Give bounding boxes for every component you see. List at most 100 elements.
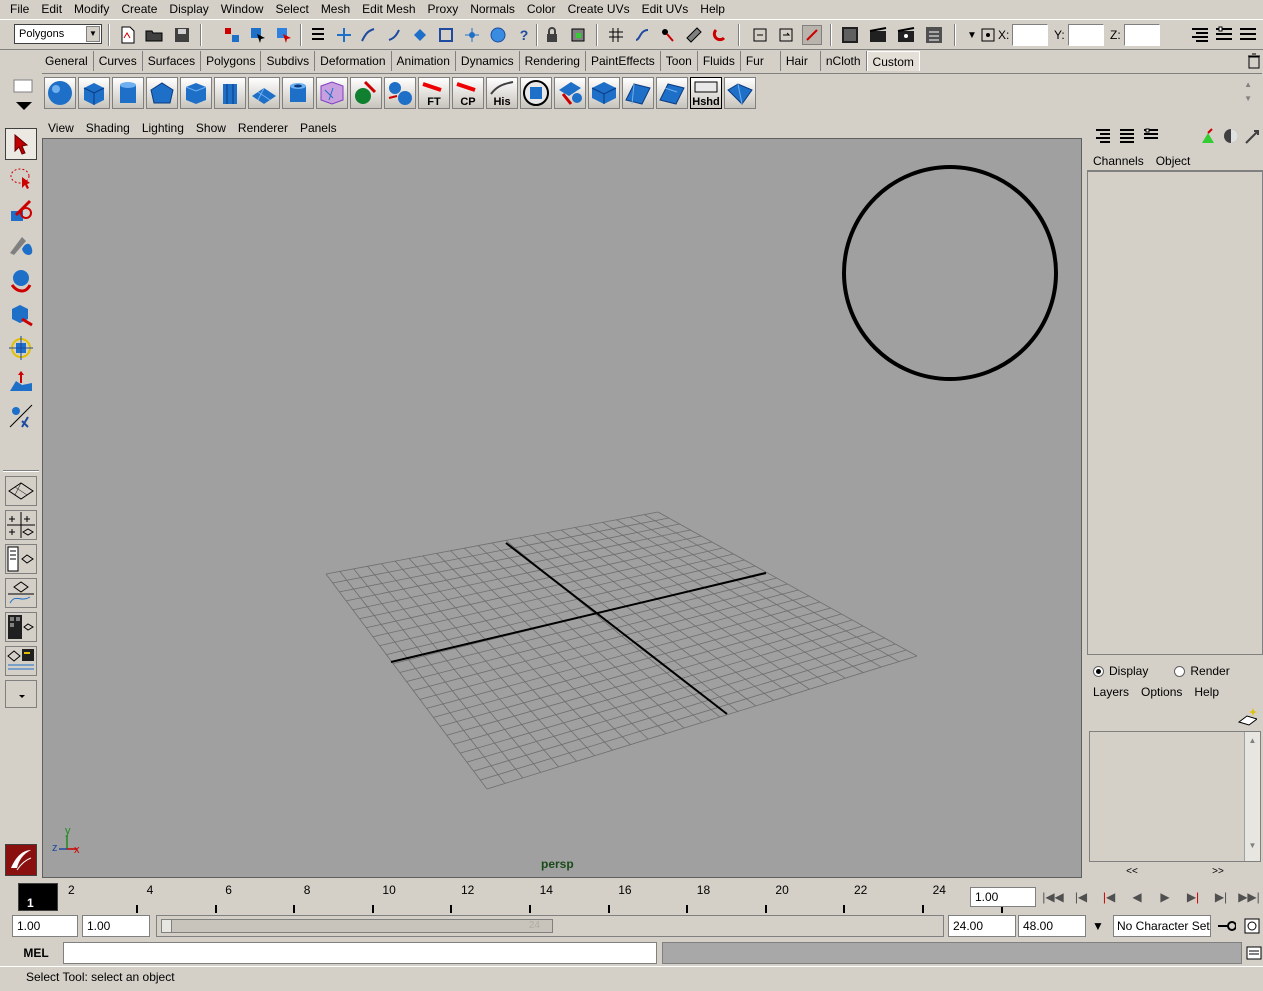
shelf-tab-ncloth[interactable]: nCloth <box>821 51 867 71</box>
menu-select[interactable]: Select <box>269 0 314 19</box>
poly-cylinder-shelf-button[interactable] <box>112 77 144 109</box>
help-question-icon[interactable]: ? <box>514 25 534 45</box>
panel-menu-shading[interactable]: Shading <box>80 118 136 138</box>
nurbs-circle-object[interactable] <box>842 165 1058 381</box>
extrude-shelf-button[interactable] <box>656 77 688 109</box>
select-object-icon[interactable] <box>248 25 268 45</box>
menu-modify[interactable]: Modify <box>68 0 115 19</box>
step-forward-key-icon[interactable]: ▶ | <box>1181 886 1205 908</box>
uv-editor-shelf-button[interactable] <box>520 77 552 109</box>
select-hierarchy-icon[interactable] <box>222 25 242 45</box>
freeze-transforms-shelf-button[interactable]: FT <box>418 77 450 109</box>
auto-key-icon[interactable] <box>1216 916 1236 936</box>
menu-color[interactable]: Color <box>521 0 562 19</box>
range-slider[interactable]: 24 <box>156 915 944 937</box>
panel-menu-view[interactable]: View <box>42 118 80 138</box>
split-poly-shelf-button[interactable] <box>724 77 756 109</box>
animation-end-field[interactable]: 48.00 <box>1018 915 1086 937</box>
cylindrical-map-shelf-button[interactable] <box>588 77 620 109</box>
menu-file[interactable]: File <box>4 0 35 19</box>
panel-menu-lighting[interactable]: Lighting <box>136 118 190 138</box>
step-back-key-icon[interactable]: | ◀ <box>1097 886 1121 908</box>
animation-preferences-icon[interactable] <box>1242 916 1262 936</box>
display-layer-radio[interactable] <box>1093 665 1104 677</box>
character-set-dropdown-icon[interactable]: ▼ <box>1088 916 1108 936</box>
menu-window[interactable]: Window <box>215 0 270 19</box>
menu-create-uvs[interactable]: Create UVs <box>562 0 636 19</box>
perspective-viewport[interactable]: y x z persp <box>42 138 1082 878</box>
select-tool-icon[interactable] <box>5 128 37 160</box>
flat-shade-shelf-button[interactable]: Hshd <box>690 77 722 109</box>
ipr-clapboard-icon[interactable] <box>868 25 888 45</box>
batch-render-icon[interactable] <box>896 25 916 45</box>
menu-edit-uvs[interactable]: Edit UVs <box>636 0 695 19</box>
panel-menu-panels[interactable]: Panels <box>294 118 343 138</box>
render-settings-icon[interactable] <box>684 25 704 45</box>
lock-icon[interactable] <box>542 25 562 45</box>
menu-display[interactable]: Display <box>163 0 214 19</box>
current-time-field[interactable]: 1.00 <box>970 887 1036 907</box>
move-tool-icon[interactable] <box>5 230 37 262</box>
select-component-icon[interactable] <box>274 25 294 45</box>
step-forward-frame-icon[interactable]: ▶| <box>1209 886 1233 908</box>
shelf-tab-animation[interactable]: Animation <box>392 51 456 71</box>
channel-box-attribute-list[interactable] <box>1087 171 1263 655</box>
select-highlight-icon[interactable] <box>568 25 588 45</box>
play-forwards-icon[interactable]: ▶ <box>1153 886 1177 908</box>
transform-input-icon[interactable] <box>978 25 998 45</box>
script-editor-icon[interactable] <box>1244 943 1263 963</box>
layer-nav-next[interactable]: >> <box>1212 866 1224 880</box>
rotate-tool-icon[interactable] <box>5 264 37 296</box>
select-by-type-icon[interactable] <box>308 25 328 45</box>
layer-list[interactable]: ▲ ▼ <box>1089 731 1261 862</box>
panel-menu-show[interactable]: Show <box>190 118 232 138</box>
layer-list-scrollbar[interactable]: ▲ ▼ <box>1244 732 1260 861</box>
universal-manipulator-icon[interactable] <box>5 332 37 364</box>
object-menu[interactable]: Object <box>1150 151 1197 170</box>
new-scene-icon[interactable] <box>118 25 138 45</box>
poly-torus-shelf-button[interactable] <box>214 77 246 109</box>
layer-help-menu[interactable]: Help <box>1188 682 1225 702</box>
layer-editor-view-icon[interactable] <box>1141 126 1161 146</box>
snap-live-icon[interactable] <box>436 25 456 45</box>
range-slider-bar[interactable]: 24 <box>161 919 553 933</box>
menu-edit[interactable]: Edit <box>35 0 68 19</box>
persp-graph-layout-button[interactable] <box>5 578 37 608</box>
scale-tool-icon[interactable] <box>5 298 37 330</box>
smooth-shelf-button[interactable] <box>316 77 348 109</box>
poly-grid-shelf-button[interactable] <box>248 77 280 109</box>
go-to-end-icon[interactable]: ▶▶| <box>1237 886 1261 908</box>
shelf-tab-fluids[interactable]: Fluids <box>698 51 741 71</box>
play-backwards-icon[interactable]: ◀ <box>1125 886 1149 908</box>
render-grid-icon[interactable] <box>606 25 626 45</box>
shelf-tab-curves[interactable]: Curves <box>94 51 143 71</box>
current-frame-marker[interactable]: 1 <box>18 883 58 911</box>
render-globals-icon[interactable] <box>924 25 944 45</box>
combine-shelf-button[interactable] <box>350 77 382 109</box>
character-set-field[interactable]: No Character Set <box>1113 915 1211 937</box>
paint-select-tool-icon[interactable] <box>5 196 37 228</box>
menu-create[interactable]: Create <box>115 0 163 19</box>
center-pivot-shelf-button[interactable]: CP <box>452 77 484 109</box>
shelf-tab-hair[interactable]: Hair <box>781 51 821 71</box>
go-to-start-icon[interactable]: |◀◀ <box>1041 886 1065 908</box>
animation-start-field[interactable]: 1.00 <box>12 915 78 937</box>
shelf-menu[interactable] <box>12 78 36 112</box>
menu-help[interactable]: Help <box>694 0 731 19</box>
shelf-tab-custom[interactable]: Custom <box>866 51 920 71</box>
relative-transform-icon[interactable] <box>776 25 796 45</box>
planar-map-shelf-button[interactable] <box>554 77 586 109</box>
poly-cube-shelf-button[interactable] <box>78 77 110 109</box>
channel-box-view-icon[interactable] <box>1093 126 1113 146</box>
command-input[interactable] <box>63 942 657 964</box>
shading-ball-icon[interactable] <box>1221 126 1241 146</box>
poly-sphere-shelf-button[interactable] <box>44 77 76 109</box>
layout-menu-dropdown-button[interactable] <box>5 680 37 708</box>
playback-end-field[interactable]: 24.00 <box>948 915 1016 937</box>
playback-start-field[interactable]: 1.00 <box>82 915 150 937</box>
menu-edit-mesh[interactable]: Edit Mesh <box>356 0 421 19</box>
shelf-tab-rendering[interactable]: Rendering <box>520 51 586 71</box>
magnet-icon[interactable] <box>710 25 730 45</box>
menu-set-dropdown[interactable]: Polygons ▼ <box>14 24 102 44</box>
shelf-tab-toon[interactable]: Toon <box>661 51 698 71</box>
